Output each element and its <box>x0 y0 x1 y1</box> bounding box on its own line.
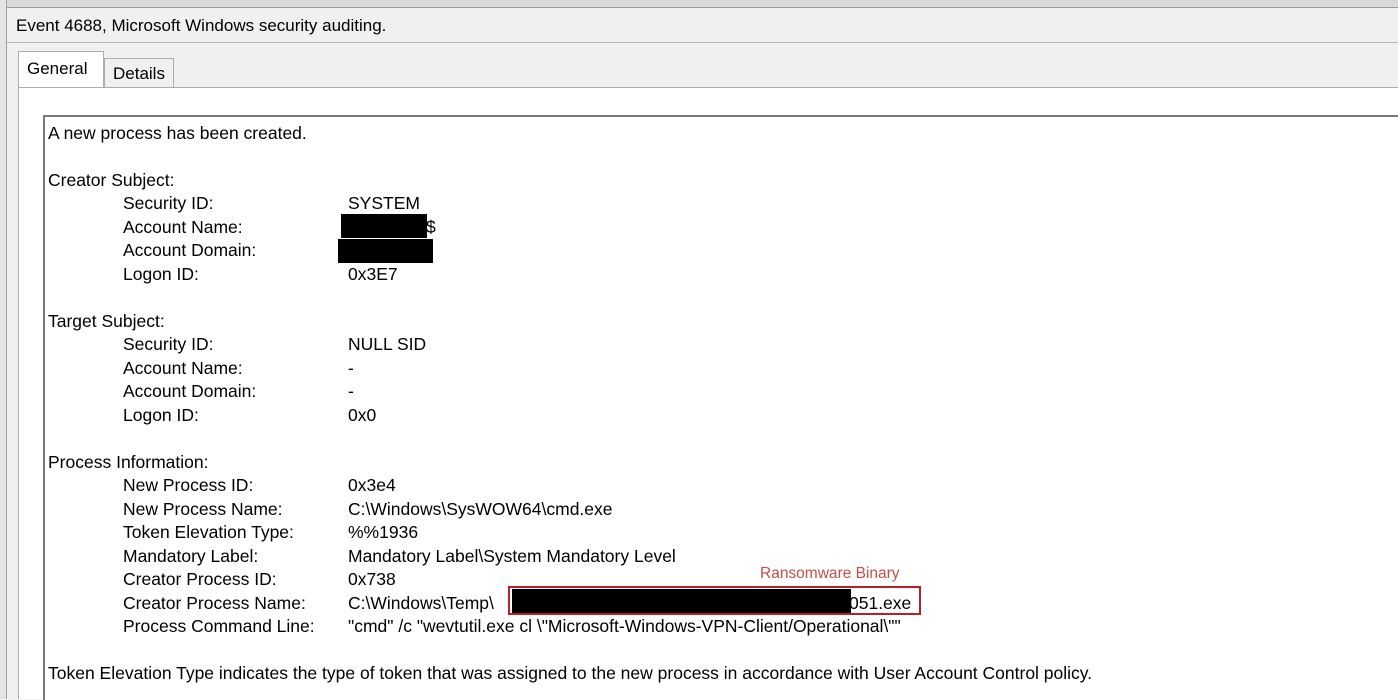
creator-process-id-label: Creator Process ID: <box>123 569 277 589</box>
creator-process-name-prefix: C:\Windows\Temp\ <box>348 593 494 613</box>
ransomware-highlight-box <box>508 586 921 615</box>
creator-logon-id-label: Logon ID: <box>123 264 199 284</box>
ransomware-binary-annotation: Ransomware Binary <box>760 565 900 582</box>
target-account-domain-label: Account Domain: <box>123 381 257 401</box>
token-elevation-type-label: Token Elevation Type: <box>123 522 294 542</box>
target-subject-heading: Target Subject: <box>48 311 165 331</box>
event-properties-window: Event 4688, Microsoft Windows security a… <box>0 0 1398 700</box>
target-account-domain-value: - <box>348 381 354 401</box>
target-account-name-label: Account Name: <box>123 358 243 378</box>
target-security-id-value: NULL SID <box>348 334 427 354</box>
creator-account-name-suffix: $ <box>426 217 436 237</box>
target-logon-id-label: Logon ID: <box>123 405 199 425</box>
target-logon-id-value: 0x0 <box>348 405 377 425</box>
event-title: Event 4688, Microsoft Windows security a… <box>16 16 387 35</box>
new-process-id-value: 0x3e4 <box>348 475 396 495</box>
mandatory-label-label: Mandatory Label: <box>123 546 259 566</box>
creator-process-id-value: 0x738 <box>348 569 396 589</box>
redacted-account-name <box>341 214 427 238</box>
tab-general[interactable]: General <box>18 51 104 87</box>
process-command-line-value: "cmd" /c "wevtutil.exe cl \"Microsoft-Wi… <box>348 616 901 636</box>
window-left-border <box>0 0 7 699</box>
new-process-name-label: New Process Name: <box>123 499 283 519</box>
redacted-account-domain <box>338 239 433 263</box>
event-description-textbox[interactable]: A new process has been created. Creator … <box>43 115 1398 700</box>
process-command-line-label: Process Command Line: <box>123 616 315 636</box>
creator-security-id-label: Security ID: <box>123 193 214 213</box>
creator-process-name-label: Creator Process Name: <box>123 593 306 613</box>
process-information-heading: Process Information: <box>48 452 209 472</box>
new-process-id-label: New Process ID: <box>123 475 254 495</box>
token-elevation-footer-note: Token Elevation Type indicates the type … <box>48 663 1093 683</box>
creator-account-domain-label: Account Domain: <box>123 240 257 260</box>
creator-logon-id-value: 0x3E7 <box>348 264 398 284</box>
event-header-bar: Event 4688, Microsoft Windows security a… <box>7 8 1398 43</box>
target-security-id-label: Security ID: <box>123 334 214 354</box>
intro-text: A new process has been created. <box>48 123 307 143</box>
tab-details[interactable]: Details <box>104 58 174 88</box>
creator-subject-heading: Creator Subject: <box>48 170 175 190</box>
new-process-name-value: C:\Windows\SysWOW64\cmd.exe <box>348 499 613 519</box>
token-elevation-type-value: %%1936 <box>348 522 419 542</box>
target-account-name-value: - <box>348 358 354 378</box>
general-tab-panel: A new process has been created. Creator … <box>18 87 1398 700</box>
mandatory-label-value: Mandatory Label\System Mandatory Level <box>348 546 676 566</box>
creator-security-id-value: SYSTEM <box>348 193 420 213</box>
creator-account-name-label: Account Name: <box>123 217 243 237</box>
window-top-border <box>0 0 1398 8</box>
